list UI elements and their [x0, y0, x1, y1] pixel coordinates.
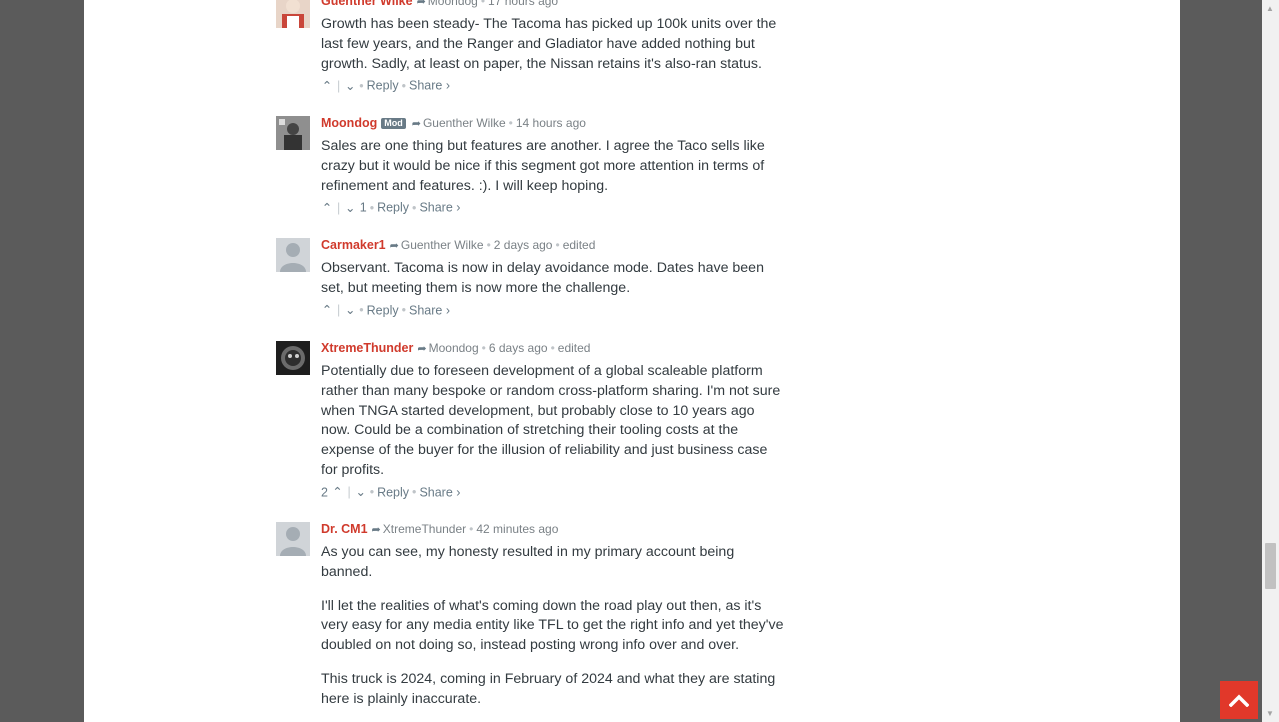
- chevron-up-icon[interactable]: ⌃: [321, 78, 333, 94]
- comment-meta: Guenther Wilke ➦ Moondog • 17 hours ago: [321, 0, 786, 8]
- scroll-up-icon[interactable]: ▲: [1266, 4, 1274, 13]
- comment-paragraph: Potentially due to foreseen development …: [321, 363, 781, 478]
- reply-button[interactable]: Reply: [377, 201, 409, 215]
- avatar[interactable]: [276, 341, 310, 375]
- edited-label: edited: [562, 238, 596, 252]
- chevron-down-icon[interactable]: ⌄: [355, 484, 367, 500]
- timestamp[interactable]: 6 days ago: [489, 341, 548, 355]
- scroll-down-icon[interactable]: ▼: [1266, 709, 1274, 718]
- reply-arrow-icon: ➦: [417, 343, 427, 355]
- comment-text: As you can see, my honesty resulted in m…: [321, 543, 786, 710]
- mod-badge: Mod: [381, 118, 406, 129]
- comment-paragraph: As you can see, my honesty resulted in m…: [321, 544, 735, 580]
- reply-arrow-icon: ➦: [411, 118, 421, 130]
- share-button[interactable]: Share ›: [409, 303, 450, 317]
- author-name[interactable]: Carmaker1: [321, 238, 386, 252]
- edited-label: edited: [557, 341, 591, 355]
- chevron-up-icon[interactable]: ⌃: [321, 200, 333, 216]
- comment-actions: ⌃ | ⌄ • Reply • Share ›: [321, 78, 450, 94]
- author-name[interactable]: Moondog: [321, 116, 377, 130]
- chevron-down-icon[interactable]: ⌄: [344, 302, 356, 318]
- share-button[interactable]: Share ›: [409, 79, 450, 93]
- timestamp[interactable]: 2 days ago: [494, 238, 553, 252]
- reply-button[interactable]: Reply: [377, 485, 409, 499]
- author-name[interactable]: Guenther Wilke: [321, 0, 413, 8]
- comment-actions: ⌃ | ⌄ 1 • Reply • Share ›: [321, 200, 461, 216]
- comment-actions: ⌃ | ⌄ • Reply • Share ›: [321, 302, 450, 318]
- back-to-top-button[interactable]: [1220, 681, 1258, 719]
- chevron-down-icon[interactable]: ⌄: [344, 200, 356, 216]
- share-button[interactable]: Share ›: [419, 201, 460, 215]
- reply-to-name[interactable]: Guenther Wilke: [401, 238, 484, 252]
- timestamp[interactable]: 17 hours ago: [488, 0, 558, 8]
- comment-paragraph: This truck is 2024, coming in February o…: [321, 670, 776, 707]
- share-button[interactable]: Share ›: [419, 485, 460, 499]
- comment-text: Growth has been steady- The Tacoma has p…: [321, 15, 786, 74]
- reply-to-name[interactable]: Moondog: [428, 0, 478, 8]
- comment-text: Potentially due to foreseen development …: [321, 362, 786, 481]
- avatar[interactable]: [276, 238, 310, 272]
- comment-actions: 2 ⌃ | ⌄ • Reply • Share ›: [321, 484, 461, 500]
- author-name[interactable]: XtremeThunder: [321, 341, 413, 355]
- scrollbar-thumb[interactable]: [1265, 543, 1276, 589]
- avatar[interactable]: [276, 116, 310, 150]
- avatar[interactable]: [276, 522, 310, 556]
- comment-meta: Moondog Mod ➦ Guenther Wilke • 14 hours ago: [321, 116, 586, 130]
- avatar[interactable]: [276, 0, 310, 28]
- comment-paragraph: I'll let the realities of what's coming …: [321, 597, 784, 654]
- comment-paragraph: Observant. Tacoma is now in delay avoida…: [321, 260, 764, 296]
- chevron-up-icon: [1229, 694, 1249, 707]
- comment-paragraph: Sales are one thing but features are ano…: [321, 138, 765, 194]
- chevron-up-icon[interactable]: ⌃: [321, 302, 333, 318]
- page-scrollbar[interactable]: ▲ ▼: [1262, 0, 1279, 722]
- comment-text: Sales are one thing but features are ano…: [321, 137, 786, 196]
- timestamp[interactable]: 42 minutes ago: [476, 522, 558, 536]
- reply-arrow-icon: ➦: [389, 240, 399, 252]
- reply-to-name[interactable]: XtremeThunder: [383, 522, 466, 536]
- reply-to-name[interactable]: Moondog: [429, 341, 479, 355]
- comment-meta: Dr. CM1 ➦ XtremeThunder • 42 minutes ago: [321, 522, 559, 536]
- comment-text: Observant. Tacoma is now in delay avoida…: [321, 259, 786, 299]
- reply-to-name[interactable]: Guenther Wilke: [423, 116, 506, 130]
- comment-meta: Carmaker1 ➦ Guenther Wilke • 2 days ago • edit…: [321, 238, 596, 252]
- author-name[interactable]: Dr. CM1: [321, 522, 368, 536]
- reply-button[interactable]: Reply: [367, 303, 399, 317]
- reply-arrow-icon: ➦: [371, 524, 381, 536]
- reply-arrow-icon: ➦: [416, 0, 426, 8]
- comment-meta: XtremeThunder ➦ Moondog • 6 days ago • edited: [321, 341, 591, 355]
- chevron-up-icon[interactable]: ⌃: [331, 484, 343, 500]
- upvote-count: 2: [321, 485, 328, 500]
- downvote-count: 1: [359, 201, 367, 216]
- timestamp[interactable]: 14 hours ago: [516, 116, 586, 130]
- comment-paragraph: Growth has been steady- The Tacoma has p…: [321, 16, 777, 72]
- reply-button[interactable]: Reply: [367, 79, 399, 93]
- chevron-down-icon[interactable]: ⌄: [344, 78, 356, 94]
